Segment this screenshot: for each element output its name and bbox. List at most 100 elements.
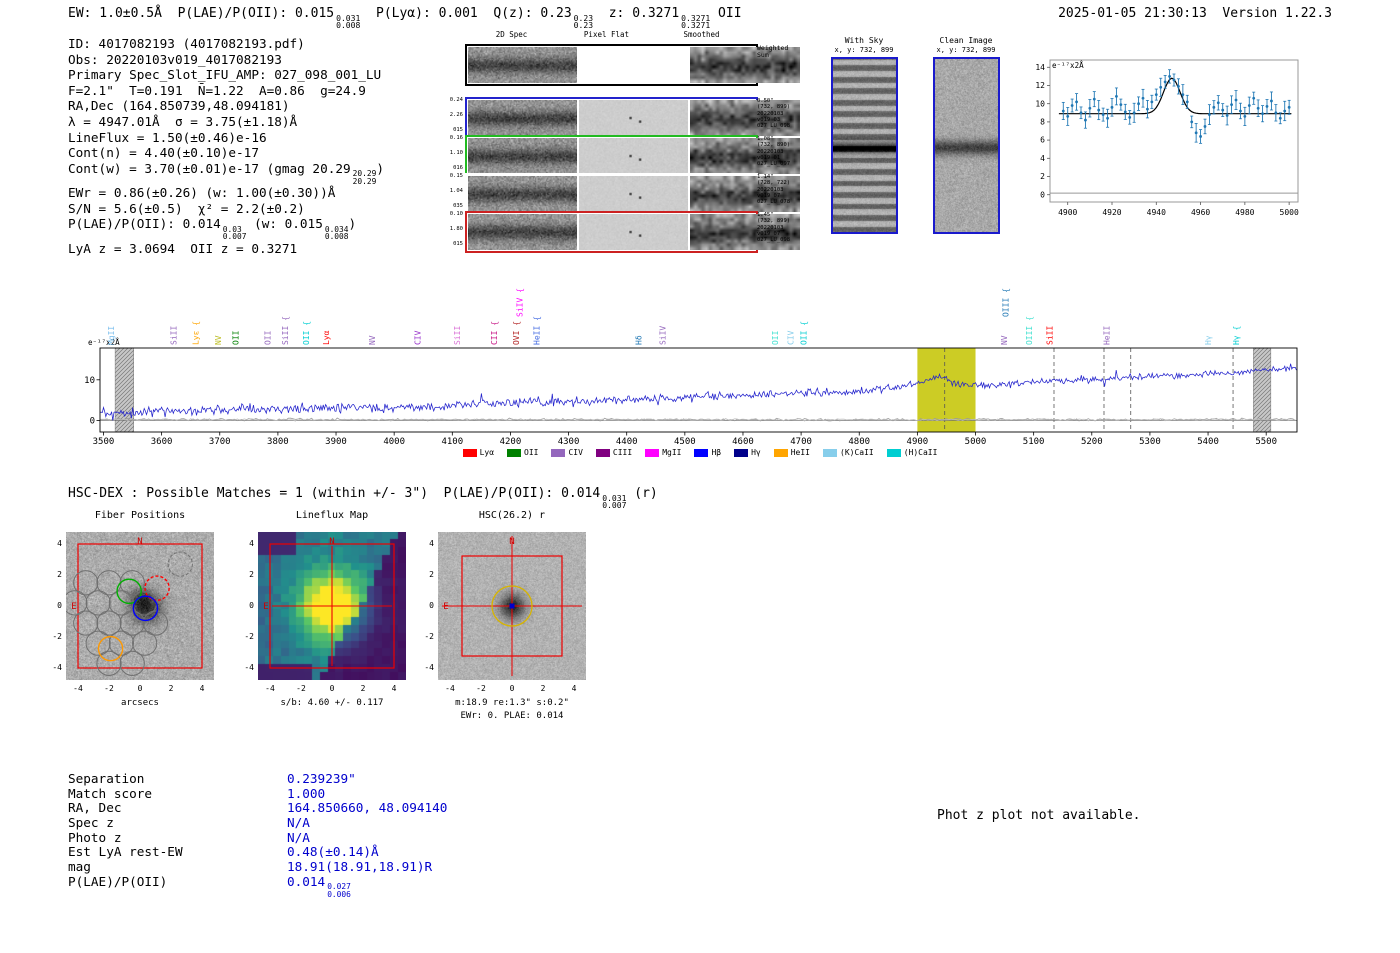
xtick-label: 4500 bbox=[674, 437, 696, 447]
cutout-ytick-label: -2 bbox=[424, 632, 434, 641]
info-line: EWr = 0.86(±0.26) (w: 1.00(±0.30))Å bbox=[68, 185, 384, 201]
emission-line-label: MgII bbox=[107, 326, 116, 345]
cutout-overlay: NE bbox=[66, 537, 203, 676]
xtick-label: 4200 bbox=[500, 437, 522, 447]
xtick-label: 3700 bbox=[209, 437, 231, 447]
xtick-label: 3800 bbox=[267, 437, 289, 447]
info-line: LyA z = 3.0694 OII z = 0.3271 bbox=[68, 241, 384, 257]
text-segment: EW: 1.0±0.5Å P(LAE)/P(OII): 0.015 bbox=[68, 6, 335, 21]
match-field-value: 18.91(18.91,18.91)R bbox=[287, 859, 432, 875]
inset-ytick-label: 4 bbox=[1040, 154, 1045, 163]
data-point bbox=[1141, 96, 1145, 100]
tick-value: 015 bbox=[453, 241, 463, 247]
inset-ytick-label: 10 bbox=[1035, 99, 1045, 108]
data-point bbox=[1150, 100, 1154, 104]
cutout-panel-lineflux-map: Lineflux Map -4 -4 -2 -2 0 0 2 2 4 4 s/b: 4.60 +/- … bbox=[228, 508, 428, 733]
ytick-label: 0 bbox=[90, 417, 95, 427]
text-segment: N/A bbox=[287, 829, 310, 845]
photz-note: Phot z plot not available. bbox=[937, 808, 1141, 823]
cutout-caption: m:18.9 re:1.3" s:0.2" bbox=[455, 698, 569, 708]
emission-line-label: OII bbox=[771, 330, 780, 345]
match-field-value: 0.48(±0.14)Å bbox=[287, 845, 379, 860]
info-line: Obs: 20220103v019_4017082193 bbox=[68, 52, 384, 68]
data-point bbox=[1177, 84, 1180, 88]
emission-line-label: Hγ bbox=[1204, 335, 1213, 345]
data-point bbox=[1283, 109, 1287, 113]
emission-line-label: HeII bbox=[1102, 326, 1111, 345]
data-point bbox=[1061, 109, 1065, 113]
emission-line-label: Lyε { bbox=[191, 321, 200, 345]
match-table-row: Est LyA rest-EW 0.48(±0.14)Å bbox=[68, 845, 379, 860]
text-segment: 1.000 bbox=[287, 785, 326, 801]
legend-item: HeII bbox=[773, 448, 810, 457]
legend-swatch bbox=[595, 448, 610, 457]
data-point bbox=[1132, 111, 1136, 115]
spec2d-row bbox=[465, 97, 800, 139]
data-point bbox=[1221, 108, 1225, 112]
legend-swatch bbox=[645, 448, 660, 457]
cutout-xtick-label: -4 bbox=[73, 684, 83, 693]
data-point bbox=[1070, 104, 1074, 107]
cutout-xtick-label: 2 bbox=[540, 684, 546, 693]
text-segment: P(Lyα): 0.001 Q(z): 0.23 bbox=[360, 6, 572, 21]
text-segment: Cont(n) = 4.40(±0.10)e-17 bbox=[68, 145, 259, 161]
data-point bbox=[1159, 85, 1163, 89]
match-field-value: 164.850660, 48.094140 bbox=[287, 801, 447, 816]
data-point bbox=[1172, 78, 1176, 82]
text-segment: z: 0.3271 bbox=[593, 6, 680, 21]
xtick-label: 4100 bbox=[441, 437, 463, 447]
match-table-row: Photo z N/A bbox=[68, 830, 310, 846]
data-point bbox=[1084, 118, 1087, 122]
spec2d-cutouts: 2D Spec Pixel Flat Smoothed Weighted Sum 0.24… bbox=[435, 26, 815, 256]
sky-panel-title: Clean Image bbox=[939, 36, 993, 45]
data-point bbox=[1252, 96, 1256, 100]
sky-panels: With Sky x, y: 732, 899 Clean Image x, y: 7… bbox=[820, 34, 1010, 244]
inset-ytick-label: 12 bbox=[1035, 81, 1045, 90]
cutout-xtick-label: 0 bbox=[137, 684, 143, 693]
sup-sub-fraction: 0.027 0.006 bbox=[327, 883, 351, 899]
text-segment: 164.850660, 48.094140 bbox=[287, 800, 448, 816]
emission-line-label: OII { bbox=[302, 321, 311, 345]
spec2d-cell-flat bbox=[579, 176, 689, 212]
match-field-label: P(LAE)/P(OII) bbox=[68, 873, 168, 889]
data-point bbox=[1278, 116, 1282, 120]
cutout-xtick-label: -2 bbox=[104, 684, 114, 693]
emission-line-label: SiIV { bbox=[516, 288, 525, 317]
inset-ytick-label: 8 bbox=[1040, 117, 1045, 126]
info-line: Cont(n) = 4.40(±0.10)e-17 bbox=[68, 145, 384, 161]
data-point bbox=[1075, 100, 1078, 104]
match-field-label: RA, Dec bbox=[68, 800, 122, 816]
info-line: LineFlux = 1.50(±0.46)e-16 bbox=[68, 130, 384, 146]
cutout-ytick-label: 2 bbox=[429, 570, 434, 579]
cutout-xtick-label: -2 bbox=[296, 684, 306, 693]
info-line: S/N = 5.6(±0.5) χ² = 2.2(±0.2) bbox=[68, 201, 384, 217]
emission-line-label: Lyα bbox=[322, 330, 331, 345]
xtick-label: 4400 bbox=[616, 437, 638, 447]
sup-sub-fraction: 0.034 0.008 bbox=[325, 225, 349, 241]
ytick-label: 10 bbox=[84, 376, 95, 386]
cutout-ytick-label: 0 bbox=[249, 601, 254, 610]
legend-swatch bbox=[734, 448, 749, 457]
legend-label: CIV bbox=[568, 448, 583, 457]
legend-label: Lyα bbox=[479, 448, 495, 457]
emission-line-label: CIV bbox=[413, 330, 422, 345]
emission-line-label: NV bbox=[214, 335, 223, 345]
cutout-ytick-label: -4 bbox=[244, 663, 254, 672]
emission-line-label: OIII { bbox=[1002, 288, 1011, 317]
cutout-ytick-label: -2 bbox=[244, 632, 254, 641]
text-segment: ) bbox=[348, 216, 357, 232]
emission-line-label: NV bbox=[1000, 335, 1009, 345]
match-field-label: Separation bbox=[68, 771, 145, 786]
spec2d-row-ticks: 0.24 2.26 015 bbox=[441, 97, 463, 133]
cutout-panel-hsc-r: HSC(26.2) r -4 -4 -2 -2 0 0 2 2 4 4 m:18.9 re:1.3" … bbox=[408, 508, 608, 733]
emission-line-label: OVI { bbox=[512, 321, 521, 345]
spec2d-row bbox=[465, 135, 800, 177]
inset-xtick-label: 4960 bbox=[1191, 208, 1210, 217]
compass-e: E bbox=[263, 602, 268, 612]
text-segment: RA,Dec (164.850739,48.094181) bbox=[68, 98, 290, 114]
tick-value: 0.24 bbox=[449, 97, 463, 103]
text-segment: N/A bbox=[287, 815, 310, 831]
data-point bbox=[1270, 99, 1273, 103]
data-point bbox=[1146, 107, 1149, 111]
data-point bbox=[1115, 95, 1118, 98]
